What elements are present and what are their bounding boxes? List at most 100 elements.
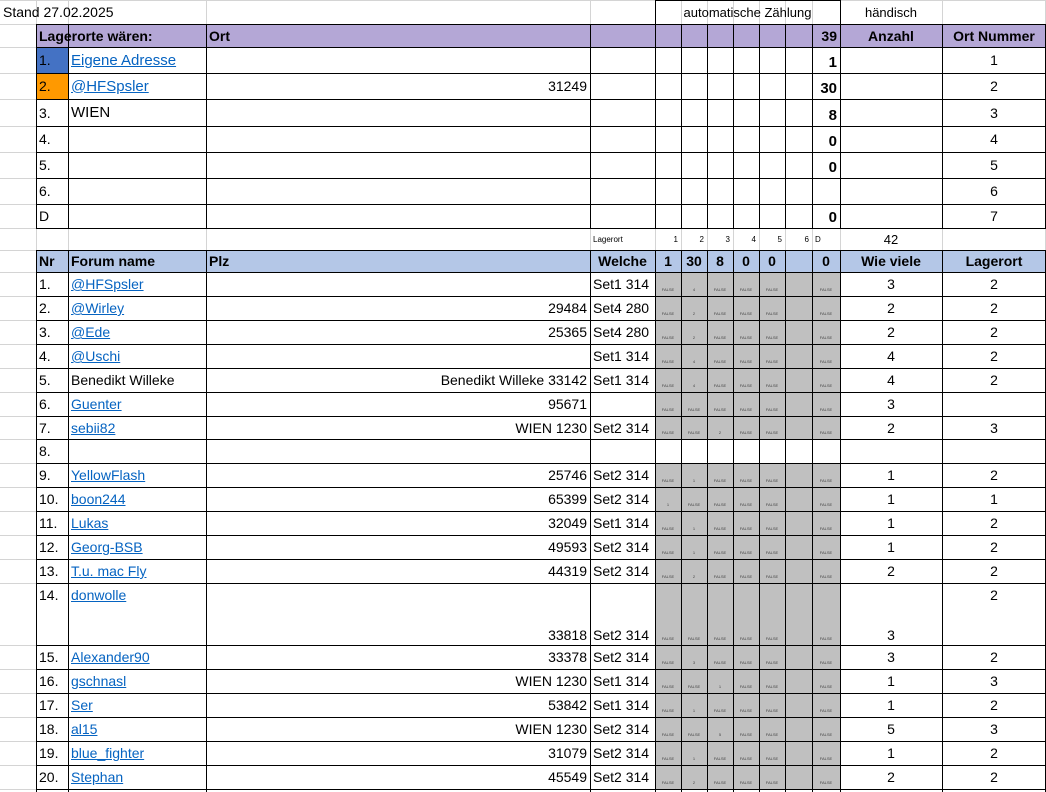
header-fill — [590, 24, 655, 47]
location-count: 0 — [828, 209, 837, 226]
location-count: 0 — [828, 133, 837, 150]
auto-count-cell: 2 — [707, 416, 733, 439]
header-fill — [707, 24, 733, 47]
location-count: 30 — [820, 80, 837, 97]
location-number: D — [39, 208, 50, 224]
location-number: 5. — [39, 157, 51, 173]
lagerort-cell — [942, 392, 1046, 416]
auto-count-cell: FALSE — [655, 645, 681, 669]
table-border — [36, 178, 1046, 179]
auto-count-cell: FALSE — [733, 320, 759, 344]
auto-count-cell: FALSE — [655, 535, 681, 559]
plz-cell: Benedikt Willeke 33142 — [440, 372, 587, 388]
lagerort-cell: 1 — [990, 491, 998, 507]
plz-cell: WIEN 1230 — [515, 419, 587, 436]
table-border — [785, 250, 786, 792]
forum-name[interactable]: Lukas — [68, 511, 206, 535]
table-border — [812, 250, 813, 792]
forum-name[interactable]: Ser — [68, 693, 206, 717]
table-border — [36, 559, 1046, 560]
auto-count-cell — [785, 669, 812, 693]
forum-name[interactable]: blue_fighter — [68, 741, 206, 765]
table-border — [36, 296, 1046, 297]
welche-cell: Set4 280 — [593, 300, 650, 316]
table-border — [36, 99, 1046, 100]
table-border — [36, 126, 1046, 127]
wie-viele-cell: 2 — [887, 419, 895, 436]
plz-cell: WIEN 1230 — [515, 673, 587, 689]
auto-count-cell — [785, 487, 812, 511]
wie-viele-cell: 3 — [887, 649, 895, 665]
auto-count-cell: FALSE — [759, 463, 785, 487]
manual-label: händisch — [864, 4, 918, 20]
location-ort-nummer: 7 — [990, 208, 998, 224]
header-lagerort: Lagerort — [942, 250, 1046, 272]
row-number: 11. — [39, 515, 58, 531]
auto-count-cell: 1 — [655, 487, 681, 511]
auto-count-cell: FALSE — [681, 717, 707, 741]
auto-count-cell: FALSE — [707, 392, 733, 416]
forum-name[interactable]: gschnasl — [68, 669, 206, 693]
table-border — [36, 368, 1046, 369]
auto-count-cell: FALSE — [812, 368, 840, 392]
auto-count-cell: FALSE — [707, 559, 733, 583]
auto-count-cell: FALSE — [759, 717, 785, 741]
mini-total: 42 — [883, 231, 899, 247]
auto-count-cell: FALSE — [759, 511, 785, 535]
table-border — [759, 24, 760, 228]
auto-count-cell: FALSE — [759, 669, 785, 693]
welche-cell: Set1 314 — [593, 515, 650, 531]
forum-name[interactable]: @HFSpsler — [68, 272, 206, 296]
wie-viele-cell: 4 — [887, 372, 895, 388]
auto-count-cell: FALSE — [655, 741, 681, 765]
auto-count-cell: FALSE — [812, 463, 840, 487]
location-count: 0 — [828, 159, 837, 176]
table-border — [590, 250, 591, 792]
forum-name[interactable]: Guenter — [68, 392, 206, 416]
mini-column-number: 4 — [751, 235, 756, 244]
plz-cell — [206, 344, 590, 368]
forum-name[interactable]: donwolle — [68, 583, 206, 645]
wie-viele-cell: 1 — [887, 467, 895, 483]
lagerort-cell: 3 — [990, 419, 998, 436]
location-ort — [206, 152, 590, 178]
auto-count-cell: FALSE — [759, 645, 785, 669]
forum-name[interactable]: @Wirley — [68, 296, 206, 320]
auto-count-cell: FALSE — [733, 741, 759, 765]
auto-count-cell: FALSE — [733, 559, 759, 583]
forum-name[interactable]: Georg-BSB — [68, 535, 206, 559]
forum-name[interactable]: T.u. mac Fly — [68, 559, 206, 583]
header-count-5: 0 — [759, 250, 785, 272]
forum-name[interactable]: Alexander90 — [68, 645, 206, 669]
auto-count-cell: FALSE — [812, 416, 840, 439]
auto-count-cell: FALSE — [655, 717, 681, 741]
forum-name[interactable]: @Uschi — [68, 344, 206, 368]
auto-count-cell — [785, 765, 812, 789]
auto-count-cell: 3 — [681, 645, 707, 669]
forum-name[interactable]: sebii82 — [68, 416, 206, 439]
auto-count-cell: 1 — [681, 463, 707, 487]
mini-column-number: 5 — [777, 235, 782, 244]
lagerort-cell: 2 — [990, 587, 998, 603]
location-name[interactable]: @HFSpsler — [68, 73, 206, 99]
auto-count-cell: FALSE — [733, 535, 759, 559]
auto-count-cell: FALSE — [733, 487, 759, 511]
forum-name[interactable]: Stephan — [68, 765, 206, 789]
location-name: WIEN — [71, 104, 111, 121]
forum-name[interactable]: YellowFlash — [68, 463, 206, 487]
auto-count-cell: FALSE — [759, 368, 785, 392]
location-number: 1. — [36, 47, 68, 73]
location-name[interactable]: Eigene Adresse — [68, 47, 206, 73]
row-number: 17. — [39, 697, 59, 713]
welche-cell: Set2 314 — [593, 563, 650, 579]
table-border — [36, 717, 1046, 718]
ort-header: Ort — [206, 24, 590, 47]
wie-viele-cell: 3 — [887, 396, 895, 412]
location-ort — [206, 99, 590, 126]
auto-count-cell — [785, 645, 812, 669]
wie-viele-cell: 1 — [887, 515, 895, 531]
auto-count-cell: FALSE — [655, 416, 681, 439]
forum-name[interactable]: @Ede — [68, 320, 206, 344]
forum-name[interactable]: boon244 — [68, 487, 206, 511]
forum-name[interactable]: al15 — [68, 717, 206, 741]
